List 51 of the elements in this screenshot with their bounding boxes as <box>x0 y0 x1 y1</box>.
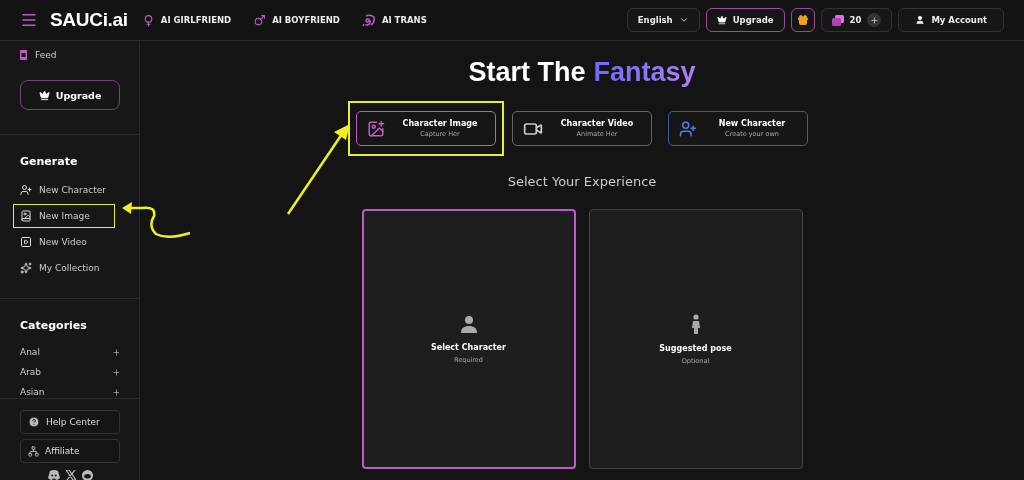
sidebar-item[interactable]: New Video <box>13 230 115 254</box>
plus-icon[interactable] <box>867 13 882 27</box>
sparkle-icon <box>20 262 32 274</box>
reddit-icon[interactable] <box>81 470 93 480</box>
nav-link[interactable]: AI GIRLFRIEND <box>141 13 232 27</box>
standing-figure-icon <box>690 313 701 334</box>
person-icon <box>459 314 478 333</box>
plus-icon[interactable] <box>112 387 119 397</box>
add-user-icon <box>20 184 32 196</box>
category-item[interactable]: Anal <box>20 342 119 362</box>
section-title: Categories <box>20 319 88 332</box>
feed-icon <box>20 50 27 60</box>
upgrade-button[interactable]: Upgrade <box>705 8 785 32</box>
account-button[interactable]: My Account <box>898 8 1004 32</box>
network-icon <box>28 445 39 457</box>
logo[interactable]: SAUCi.ai <box>50 9 128 31</box>
affiliate-button[interactable]: Affiliate <box>20 439 120 463</box>
plus-icon[interactable] <box>112 367 119 377</box>
category-item[interactable]: Arab <box>20 362 119 382</box>
help-icon <box>28 416 40 428</box>
image-plus-icon <box>20 210 32 222</box>
image-plus-icon <box>367 119 385 138</box>
plus-icon[interactable] <box>112 347 119 357</box>
category-item[interactable]: Asian <box>20 382 119 398</box>
section-title: Generate <box>20 155 79 168</box>
sidebar-item[interactable]: New Character <box>13 178 115 202</box>
sidebar-item[interactable]: My Collection <box>13 256 115 280</box>
sidebar-item[interactable]: New Image <box>13 204 115 228</box>
upgrade-button[interactable]: Upgrade <box>20 80 120 110</box>
section-title: Select Your Experience <box>507 174 657 189</box>
page-title: Start The Fantasy <box>468 57 696 88</box>
nav-link[interactable]: AI BOYFRIEND <box>253 13 340 27</box>
help-center-button[interactable]: Help Center <box>20 410 120 434</box>
menu-icon[interactable] <box>20 11 38 29</box>
sidebar-item[interactable]: Feed <box>20 46 119 64</box>
gem-stack-icon <box>831 14 844 26</box>
credits-button[interactable]: 20 <box>820 8 893 32</box>
video-icon <box>20 236 32 248</box>
chevron-down-icon <box>678 15 689 25</box>
gift-icon <box>796 14 809 26</box>
add-user-icon <box>679 119 697 138</box>
crown-icon <box>38 89 50 101</box>
crown-icon <box>716 15 727 25</box>
user-icon <box>915 15 926 25</box>
language-dropdown[interactable]: English <box>626 8 700 32</box>
discord-icon[interactable] <box>47 470 60 480</box>
spiral-icon <box>361 13 376 27</box>
x-logo-icon[interactable] <box>65 470 76 480</box>
nav-link[interactable]: AI TRANS <box>361 13 427 27</box>
male-symbol-icon <box>253 13 267 27</box>
gift-button[interactable] <box>790 8 815 32</box>
